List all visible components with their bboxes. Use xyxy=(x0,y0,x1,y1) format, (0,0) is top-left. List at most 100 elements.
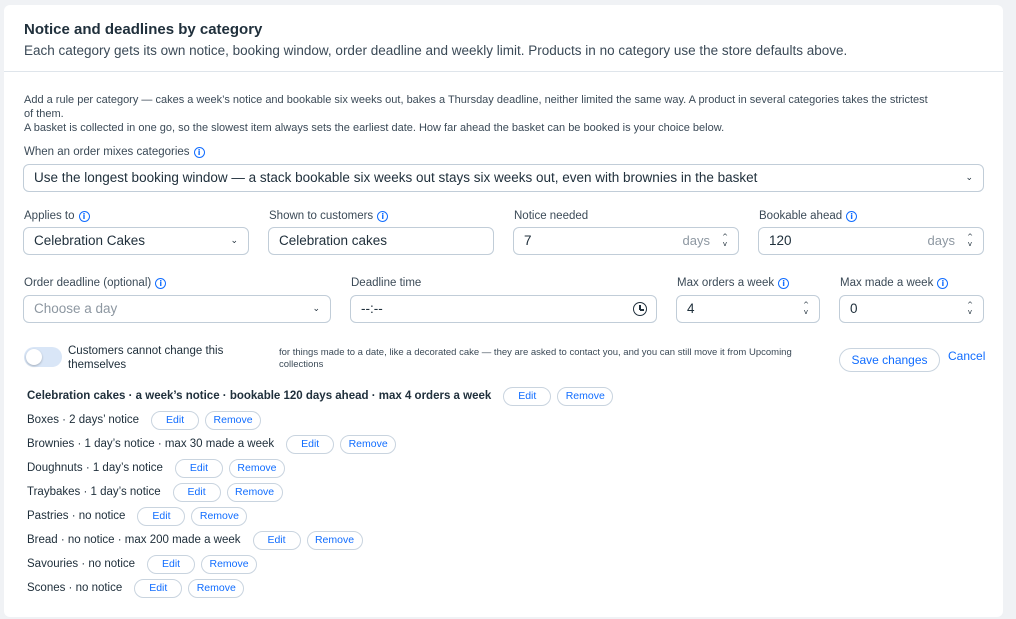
rule-row: Boxes · 2 days’ notice Edit Remove xyxy=(27,410,262,430)
remove-rule-button[interactable]: Remove xyxy=(191,506,248,526)
max-orders-label: Max orders a week i xyxy=(677,276,790,290)
shown-to-label-text: Shown to customers xyxy=(269,210,374,222)
deadline-time-input[interactable]: --:-- xyxy=(350,295,657,323)
edit-rule-button[interactable]: Edit xyxy=(134,578,183,598)
info-icon[interactable]: i xyxy=(193,147,205,158)
info-icon[interactable]: i xyxy=(846,211,858,222)
rule-summary: Pastries · no notice xyxy=(27,510,126,522)
max-orders-label-text: Max orders a week xyxy=(677,277,775,289)
category-rules-card: Notice and deadlines by category Each ca… xyxy=(4,5,1003,617)
rule-summary: Scones · no notice xyxy=(27,582,123,594)
edit-rule-button[interactable]: Edit xyxy=(503,386,552,406)
mix-label-text: When an order mixes categories xyxy=(24,146,190,158)
info-icon[interactable]: i xyxy=(377,211,389,222)
bookable-stepper[interactable]: 120 days ^ v xyxy=(758,227,984,255)
applies-to-select[interactable]: Celebration Cakes ⌄ xyxy=(23,227,249,255)
bookable-unit: days xyxy=(927,233,955,248)
remove-rule-button[interactable]: Remove xyxy=(340,434,397,454)
mix-select[interactable]: Use the longest booking window — a stack… xyxy=(23,164,984,192)
bookable-label: Bookable ahead i xyxy=(759,209,858,223)
rule-row: Bread · no notice · max 200 made a week E… xyxy=(27,530,363,550)
help-line-1: Add a rule per category — cakes a week’s… xyxy=(24,94,928,106)
help-line-2: A basket is collected in one go, so the … xyxy=(24,122,725,134)
rule-row: Savouries · no notice Edit Remove xyxy=(27,554,258,574)
applies-to-value: Celebration Cakes xyxy=(34,233,146,248)
stepper-arrows-icon[interactable]: ^ v xyxy=(802,302,810,316)
help-text: Add a rule per category — cakes a week’s… xyxy=(24,93,994,135)
rule-summary: Brownies · 1 day’s notice · max 30 made … xyxy=(27,438,275,450)
applies-to-label: Applies to i xyxy=(24,209,90,223)
rule-summary: Bread · no notice · max 200 made a week xyxy=(27,534,241,546)
notice-stepper[interactable]: 7 days ^ v xyxy=(513,227,739,255)
edit-rule-button[interactable]: Edit xyxy=(286,434,335,454)
save-changes-button[interactable]: Save changes xyxy=(839,348,940,372)
stepper-arrows-icon[interactable]: ^ v xyxy=(721,234,729,248)
edit-rule-button[interactable]: Edit xyxy=(174,458,223,478)
toggle-hint: for things made to a date, like a decora… xyxy=(279,347,792,370)
shown-to-input[interactable]: Celebration cakes xyxy=(268,227,494,255)
remove-rule-button[interactable]: Remove xyxy=(228,458,285,478)
card-header: Notice and deadlines by category Each ca… xyxy=(4,5,1003,72)
chevron-down-icon: ⌄ xyxy=(965,173,973,183)
rule-row: Pastries · no notice Edit Remove xyxy=(27,506,248,526)
bookable-value: 120 xyxy=(769,233,792,248)
card-title: Notice and deadlines by category xyxy=(24,21,263,38)
chevron-down-icon: ⌄ xyxy=(312,304,320,314)
notice-value: 7 xyxy=(524,233,532,248)
card-subtitle: Each category gets its own notice, booki… xyxy=(24,43,848,58)
remove-rule-button[interactable]: Remove xyxy=(306,530,363,550)
max-made-value: 0 xyxy=(850,301,858,316)
max-orders-stepper[interactable]: 4 ^ v xyxy=(676,295,820,323)
rule-summary: Doughnuts · 1 day’s notice xyxy=(27,462,163,474)
shown-to-value: Celebration cakes xyxy=(279,233,388,248)
deadline-day-select[interactable]: Choose a day ⌄ xyxy=(23,295,331,323)
applies-to-label-text: Applies to xyxy=(24,210,75,222)
edit-rule-button[interactable]: Edit xyxy=(151,410,200,430)
stepper-arrows-icon[interactable]: ^ v xyxy=(966,234,974,248)
max-orders-value: 4 xyxy=(687,301,695,316)
deadline-time-label: Deadline time xyxy=(351,277,422,289)
info-icon[interactable]: i xyxy=(78,211,90,222)
max-made-label: Max made a week i xyxy=(840,276,949,290)
rule-row: Traybakes · 1 day’s notice Edit Remove xyxy=(27,482,283,502)
max-made-stepper[interactable]: 0 ^ v xyxy=(839,295,984,323)
remove-rule-button[interactable]: Remove xyxy=(226,482,283,502)
deadline-time-value: --:-- xyxy=(361,301,383,316)
rule-row: Celebration cakes · a week’s notice · bo… xyxy=(27,386,614,406)
shown-to-label: Shown to customers i xyxy=(269,209,389,223)
mix-label: When an order mixes categories i xyxy=(24,145,205,159)
rule-summary: Boxes · 2 days’ notice xyxy=(27,414,140,426)
bookable-label-text: Bookable ahead xyxy=(759,210,843,222)
info-icon[interactable]: i xyxy=(937,278,949,289)
toggle-label: Customers cannot change this themselves xyxy=(68,345,224,371)
rule-row: Brownies · 1 day’s notice · max 30 made … xyxy=(27,434,397,454)
deadline-label-text: Order deadline (optional) xyxy=(24,277,152,289)
lock-date-toggle[interactable] xyxy=(24,347,62,367)
deadline-day-placeholder: Choose a day xyxy=(34,301,118,316)
toggle-knob xyxy=(26,349,42,365)
rule-summary: Traybakes · 1 day’s notice xyxy=(27,486,161,498)
edit-rule-button[interactable]: Edit xyxy=(252,530,301,550)
mix-select-value: Use the longest booking window — a stack… xyxy=(34,170,758,185)
stepper-arrows-icon[interactable]: ^ v xyxy=(966,302,974,316)
deadline-label: Order deadline (optional) i xyxy=(24,276,167,290)
notice-unit: days xyxy=(682,233,710,248)
rule-summary: Celebration cakes · a week’s notice · bo… xyxy=(27,390,492,402)
edit-rule-button[interactable]: Edit xyxy=(137,506,186,526)
chevron-down-icon: ⌄ xyxy=(230,236,238,246)
rule-summary: Savouries · no notice xyxy=(27,558,136,570)
edit-rule-button[interactable]: Edit xyxy=(147,554,196,574)
rule-row: Scones · no notice Edit Remove xyxy=(27,578,245,598)
info-icon[interactable]: i xyxy=(155,278,167,289)
cancel-link[interactable]: Cancel xyxy=(948,349,985,363)
clock-icon[interactable] xyxy=(633,302,647,316)
max-made-label-text: Max made a week xyxy=(840,277,934,289)
remove-rule-button[interactable]: Remove xyxy=(205,410,262,430)
info-icon[interactable]: i xyxy=(778,278,790,289)
edit-rule-button[interactable]: Edit xyxy=(172,482,221,502)
notice-label: Notice needed xyxy=(514,210,589,222)
remove-rule-button[interactable]: Remove xyxy=(557,386,614,406)
remove-rule-button[interactable]: Remove xyxy=(188,578,245,598)
rule-row: Doughnuts · 1 day’s notice Edit Remove xyxy=(27,458,285,478)
remove-rule-button[interactable]: Remove xyxy=(201,554,258,574)
